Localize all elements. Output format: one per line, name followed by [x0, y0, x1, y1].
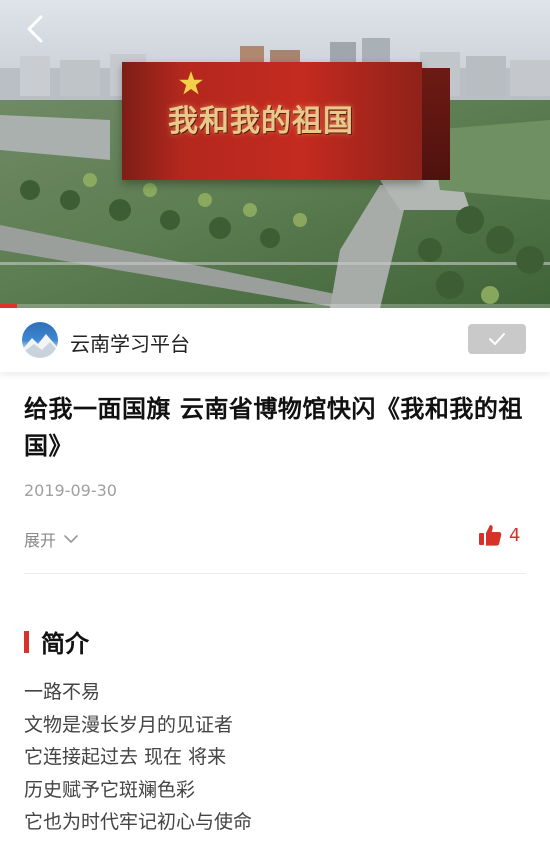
channel-name[interactable]: 云南学习平台 — [70, 328, 190, 357]
publish-date: 2019-09-30 — [24, 481, 117, 500]
chevron-down-icon — [64, 535, 78, 543]
like-button[interactable]: 4 — [478, 524, 520, 546]
video-player[interactable]: 我和我的祖国 — [0, 0, 550, 308]
avatar[interactable] — [22, 322, 58, 358]
article-title: 给我一面国旗 云南省博物馆快闪《我和我的祖国》 — [24, 394, 523, 460]
divider — [24, 573, 526, 574]
checkmark-icon — [489, 333, 505, 345]
like-count: 4 — [509, 524, 521, 546]
section-accent-bar — [24, 630, 29, 653]
intro-heading: 简介 — [24, 624, 89, 659]
video-caption: 我和我的祖国 — [168, 104, 354, 139]
expand-label: 展开 — [24, 531, 57, 550]
chevron-left-icon — [27, 15, 43, 43]
expand-toggle[interactable]: 展开 — [24, 527, 78, 551]
channel-bar: 云南学习平台 — [0, 308, 550, 372]
back-button[interactable] — [18, 12, 52, 46]
intro-line: 文物是漫长岁月的见证者 — [24, 713, 234, 736]
mountain-avatar-icon — [22, 334, 58, 358]
flag-star-icon — [179, 71, 203, 95]
thumbs-up-icon — [479, 525, 502, 546]
intro-line: 它连接起过去 现在 将来 — [24, 746, 227, 768]
follow-button[interactable] — [468, 324, 526, 354]
building-side — [422, 68, 450, 180]
intro-line: 历史赋予它斑斓色彩 — [24, 778, 196, 801]
intro-line: 一路不易 — [24, 681, 101, 703]
intro-line: 它也为时代牢记初心与使命 — [24, 811, 253, 833]
intro-text: 一路不易 文物是漫长岁月的见证者 它连接起过去 现在 将来 历史赋予它斑斓色彩 … — [24, 676, 524, 839]
section-title: 简介 — [41, 629, 89, 658]
